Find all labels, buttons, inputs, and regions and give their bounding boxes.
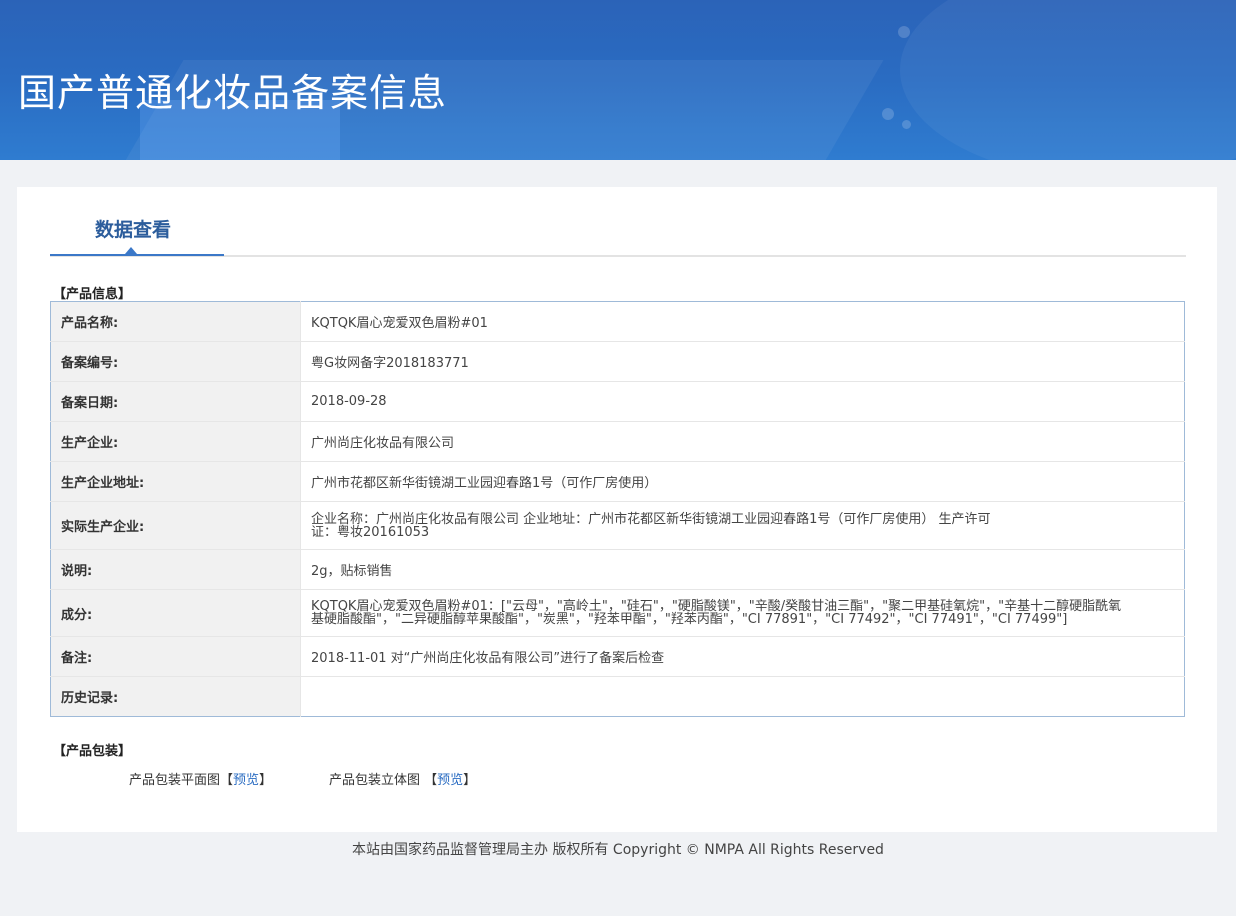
table-row: 备案日期: 2018-09-28	[50, 381, 1185, 422]
row-value	[300, 676, 1185, 717]
packaging-flat-item: 产品包装平面图【预览】	[129, 773, 273, 788]
table-row: 产品名称: KQTQK眉心宠爱双色眉粉#01	[50, 301, 1185, 342]
header-banner: 国产普通化妆品备案信息	[0, 0, 1236, 160]
packaging-flat-label: 产品包装平面图	[129, 773, 221, 788]
row-value: 2g，贴标销售	[300, 549, 1185, 590]
table-row: 生产企业地址: 广州市花都区新华街镜湖工业园迎春路1号（可作厂房使用）	[50, 461, 1185, 502]
flat-preview-link[interactable]: 预览	[233, 773, 259, 788]
row-value: 2018-11-01 对“广州尚庄化妆品有限公司”进行了备案后检查	[300, 636, 1185, 677]
packaging-solid-label: 产品包装立体图	[329, 773, 421, 788]
row-label: 备案日期:	[50, 381, 301, 422]
tab-data-view[interactable]: 数据查看	[95, 215, 171, 242]
row-label: 产品名称:	[50, 301, 301, 342]
row-value: 2018-09-28	[300, 381, 1185, 422]
product-info-table: 产品名称: KQTQK眉心宠爱双色眉粉#01 备案编号: 粤G妆网备字20181…	[50, 301, 1185, 717]
banner-dot	[898, 26, 910, 38]
row-value: KQTQK眉心宠爱双色眉粉#01	[300, 301, 1185, 342]
table-row: 备案编号: 粤G妆网备字2018183771	[50, 341, 1185, 382]
product-info-section-title: 【产品信息】	[53, 287, 132, 302]
packaging-section-title: 【产品包装】	[53, 744, 132, 759]
table-row: 生产企业: 广州尚庄化妆品有限公司	[50, 421, 1185, 462]
row-label: 生产企业地址:	[50, 461, 301, 502]
tab-pointer-icon	[125, 247, 137, 254]
row-value: KQTQK眉心宠爱双色眉粉#01：["云母"，"高岭土"，"硅石"，"硬脂酸镁"…	[300, 589, 1185, 637]
tab-active-indicator	[50, 254, 224, 256]
row-label: 说明:	[50, 549, 301, 590]
banner-dot	[902, 120, 911, 129]
page-title: 国产普通化妆品备案信息	[18, 71, 448, 115]
row-label: 历史记录:	[50, 676, 301, 717]
row-value: 粤G妆网备字2018183771	[300, 341, 1185, 382]
table-row: 历史记录:	[50, 676, 1185, 717]
banner-decoration	[900, 0, 1236, 160]
table-row: 成分: KQTQK眉心宠爱双色眉粉#01：["云母"，"高岭土"，"硅石"，"硬…	[50, 589, 1185, 637]
row-value: 广州尚庄化妆品有限公司	[300, 421, 1185, 462]
solid-preview-link[interactable]: 预览	[437, 773, 463, 788]
row-value: 广州市花都区新华街镜湖工业园迎春路1号（可作厂房使用）	[300, 461, 1185, 502]
table-row: 说明: 2g，贴标销售	[50, 549, 1185, 590]
banner-dot	[882, 108, 894, 120]
row-value: 企业名称：广州尚庄化妆品有限公司 企业地址：广州市花都区新华街镜湖工业园迎春路1…	[300, 501, 1185, 550]
row-label: 备案编号:	[50, 341, 301, 382]
row-label: 实际生产企业:	[50, 501, 301, 550]
row-label: 生产企业:	[50, 421, 301, 462]
footer-copyright: 本站由国家药品监督管理局主办 版权所有 Copyright © NMPA All…	[352, 842, 884, 858]
row-label: 成分:	[50, 589, 301, 637]
table-row: 备注: 2018-11-01 对“广州尚庄化妆品有限公司”进行了备案后检查	[50, 636, 1185, 677]
row-label: 备注:	[50, 636, 301, 677]
table-row: 实际生产企业: 企业名称：广州尚庄化妆品有限公司 企业地址：广州市花都区新华街镜…	[50, 501, 1185, 550]
content-card: 数据查看 【产品信息】 产品名称: KQTQK眉心宠爱双色眉粉#01 备案编号:…	[17, 187, 1217, 832]
packaging-solid-item: 产品包装立体图 【预览】	[329, 773, 477, 788]
